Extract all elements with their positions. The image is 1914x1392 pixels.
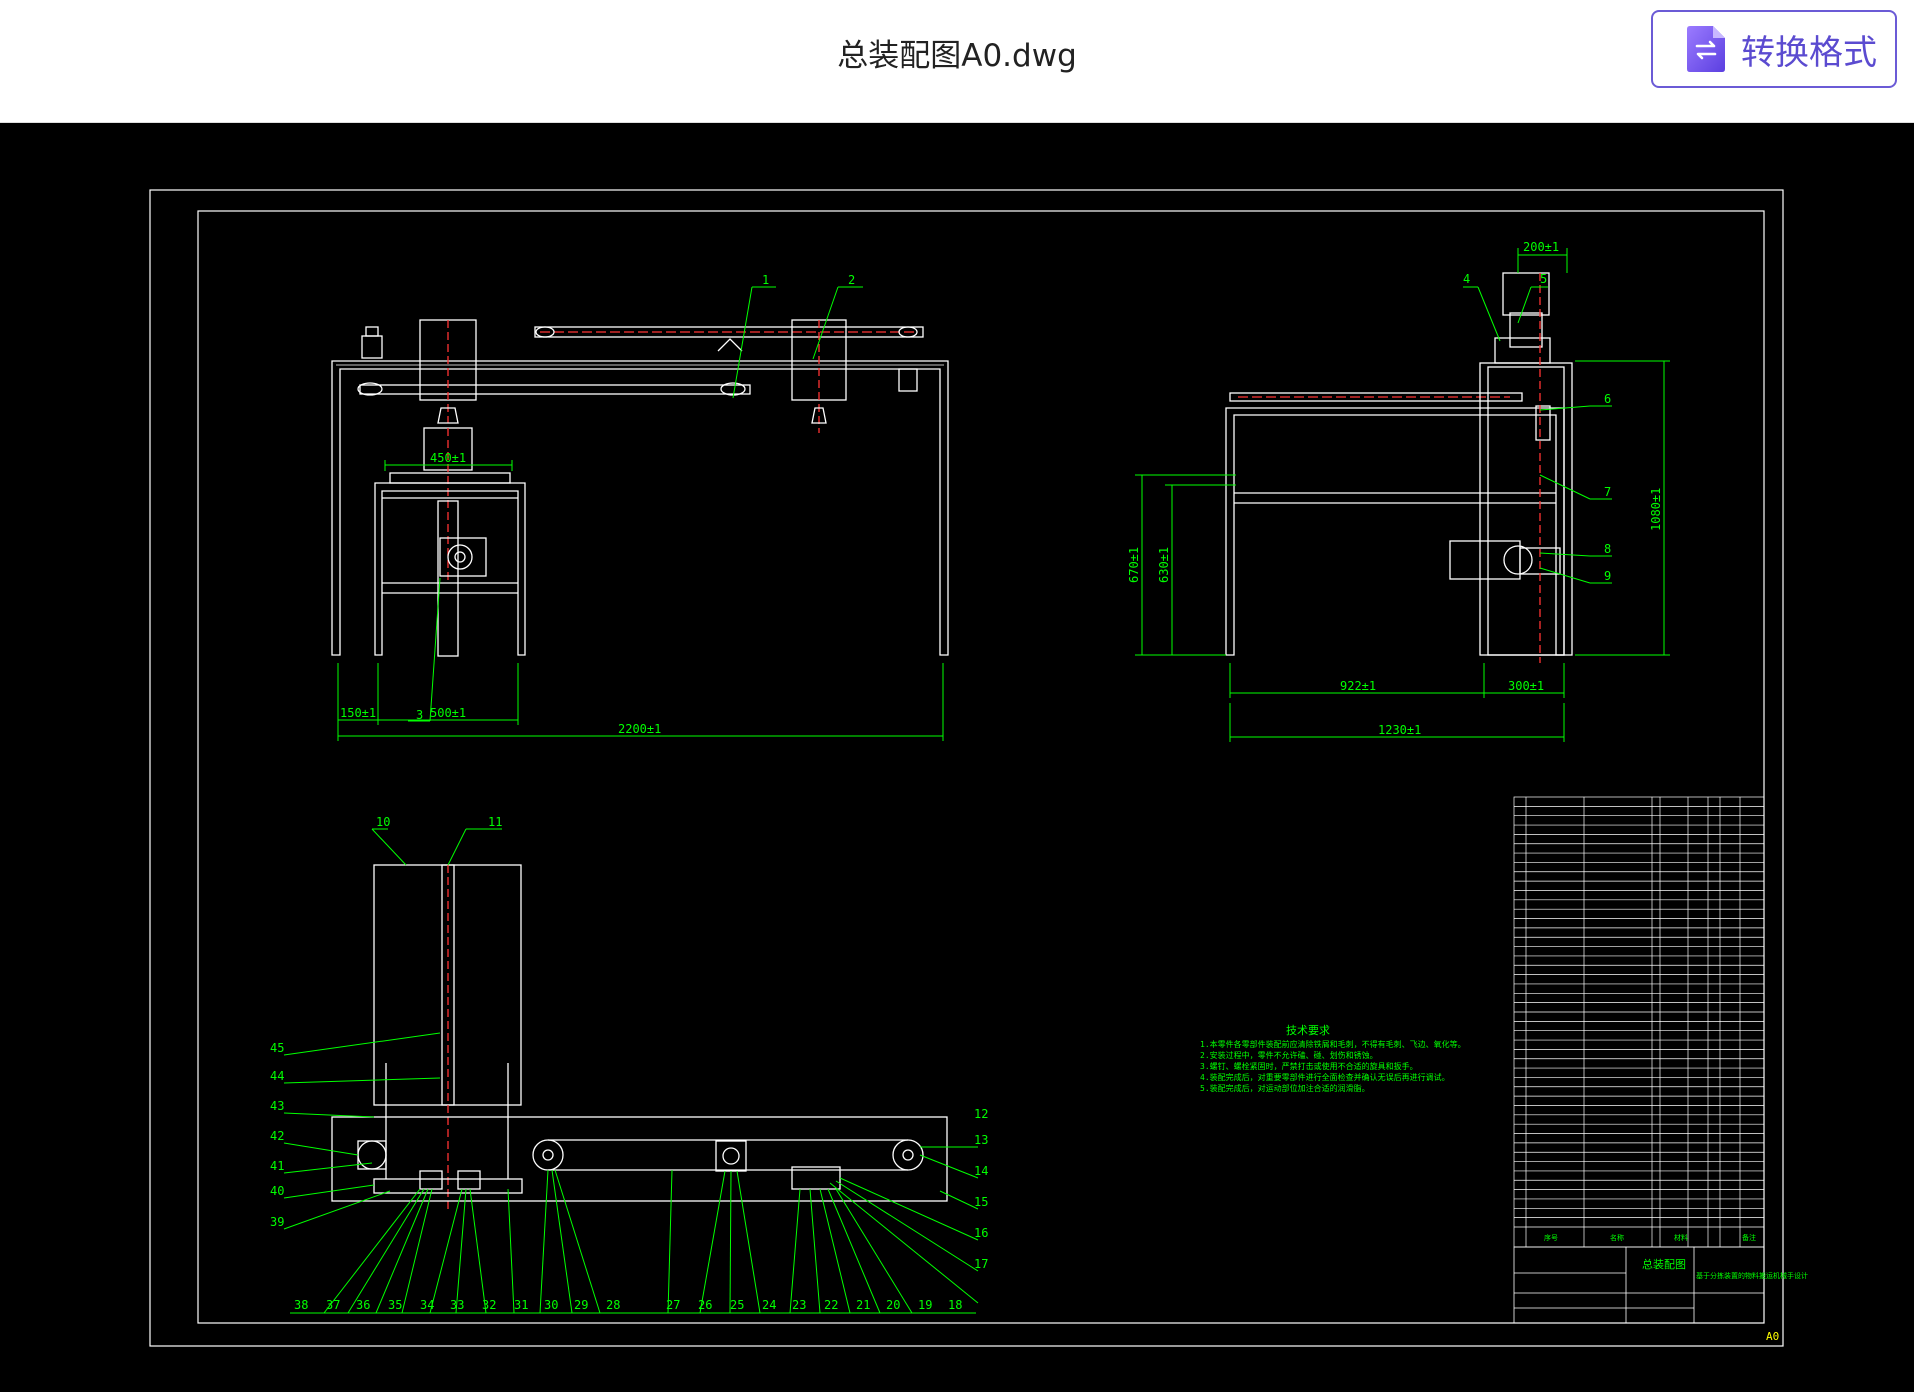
bom-col-material: 材料 <box>1674 1233 1688 1242</box>
balloon-23: 23 <box>792 1298 806 1312</box>
balloon-29: 29 <box>574 1298 588 1312</box>
balloon-2: 2 <box>848 273 855 287</box>
balloon-42: 42 <box>270 1129 284 1143</box>
side-view <box>1225 272 1573 663</box>
balloon-22: 22 <box>824 1298 838 1312</box>
balloon-21: 21 <box>856 1298 870 1312</box>
bom-col-remark: 备注 <box>1742 1233 1756 1242</box>
plan-leaders <box>283 828 979 1314</box>
file-title: 总装配图A0.dwg <box>837 38 1077 74</box>
balloon-34: 34 <box>420 1298 434 1312</box>
bom-col-name: 名称 <box>1610 1233 1624 1242</box>
dim-side-w1: 922±1 <box>1340 679 1376 693</box>
dim-side-overall: 1230±1 <box>1378 723 1421 737</box>
side-dimensions <box>1135 248 1670 742</box>
balloon-18: 18 <box>948 1298 962 1312</box>
tech-req-line-5: 5.装配完成后，对运动部位加注合适的润滑脂。 <box>1200 1083 1370 1093</box>
plan-balloon-texts: 10 11 45 44 43 42 41 40 39 12 13 14 15 1… <box>270 815 988 1312</box>
balloon-33: 33 <box>450 1298 464 1312</box>
balloon-17: 17 <box>974 1257 988 1271</box>
balloon-20: 20 <box>886 1298 900 1312</box>
balloon-11: 11 <box>488 815 502 829</box>
dim-side-h1: 670±1 <box>1127 547 1141 583</box>
balloon-43: 43 <box>270 1099 284 1113</box>
front-dimensions <box>337 286 944 741</box>
balloon-6: 6 <box>1604 392 1611 406</box>
balloon-9: 9 <box>1604 569 1611 583</box>
balloon-13: 13 <box>974 1133 988 1147</box>
balloon-30: 30 <box>544 1298 558 1312</box>
balloon-27: 27 <box>666 1298 680 1312</box>
title-block-project: 基于分拣装置的物料搬运机械手设计 <box>1696 1271 1808 1280</box>
title-block <box>1513 1246 1765 1324</box>
dim-side-top: 200±1 <box>1523 240 1559 254</box>
convert-format-label: 转换格式 <box>1741 32 1877 73</box>
balloon-44: 44 <box>270 1069 284 1083</box>
sheet-inner-border <box>197 210 1765 1324</box>
dim-side-total: 1080±1 <box>1649 488 1663 531</box>
parts-list-table <box>1513 796 1765 1248</box>
balloon-25: 25 <box>730 1298 744 1312</box>
tech-requirements-title: 技术要求 <box>1286 1024 1330 1037</box>
balloon-4: 4 <box>1463 272 1470 286</box>
balloon-15: 15 <box>974 1195 988 1209</box>
balloon-24: 24 <box>762 1298 776 1312</box>
balloon-14: 14 <box>974 1164 988 1178</box>
balloon-36: 36 <box>356 1298 370 1312</box>
balloon-39: 39 <box>270 1215 284 1229</box>
sheet-size-label: A0 <box>1766 1330 1779 1343</box>
balloon-32: 32 <box>482 1298 496 1312</box>
balloon-5: 5 <box>1540 272 1547 286</box>
dim-side-w2: 300±1 <box>1508 679 1544 693</box>
viewer-header: 总装配图A0.dwg 转换格式 <box>0 0 1914 123</box>
balloon-16: 16 <box>974 1226 988 1240</box>
convert-format-button[interactable]: 转换格式 <box>1651 10 1897 88</box>
balloon-3: 3 <box>416 708 423 722</box>
balloon-7: 7 <box>1604 485 1611 499</box>
balloon-31: 31 <box>514 1298 528 1312</box>
balloon-28: 28 <box>606 1298 620 1312</box>
bom-frame <box>1513 796 1765 1248</box>
dim-side-h2: 630±1 <box>1157 547 1171 583</box>
tech-req-line-1: 1.本零件各零部件装配前应清除铁屑和毛刺，不得有毛刺、飞边、氧化等。 <box>1200 1039 1466 1049</box>
balloon-37: 37 <box>326 1298 340 1312</box>
balloon-12: 12 <box>974 1107 988 1121</box>
plan-view <box>331 864 948 1213</box>
bom-col-no: 序号 <box>1544 1233 1558 1242</box>
document-swap-icon <box>1687 26 1725 72</box>
dim-front-top-block: 450±1 <box>430 451 466 465</box>
dim-front-left-offset: 150±1 <box>340 706 376 720</box>
tech-req-line-4: 4.装配完成后，对重要零部件进行全面检查并确认无误后再进行调试。 <box>1200 1072 1450 1082</box>
cad-drawing-canvas[interactable]: A0 450±1 2200±1 150±1 500±1 1 2 3 200±1 … <box>0 123 1914 1392</box>
side-dimension-texts: 200±1 670±1 630±1 1080±1 922±1 300±1 123… <box>1127 240 1663 737</box>
balloon-1: 1 <box>762 273 769 287</box>
balloon-45: 45 <box>270 1041 284 1055</box>
balloon-38: 38 <box>294 1298 308 1312</box>
front-dimension-texts: 450±1 2200±1 150±1 500±1 1 2 3 <box>340 273 855 736</box>
balloon-10: 10 <box>376 815 390 829</box>
tech-req-line-3: 3.螺钉、螺栓紧固时，严禁打击或使用不合适的旋具和扳手。 <box>1200 1061 1418 1071</box>
balloon-19: 19 <box>918 1298 932 1312</box>
tech-requirements: 技术要求 1.本零件各零部件装配前应清除铁屑和毛刺，不得有毛刺、飞边、氧化等。 … <box>1200 1024 1466 1093</box>
tech-req-line-2: 2.安装过程中，零件不允许磕、碰、划伤和锈蚀。 <box>1200 1050 1378 1060</box>
dim-front-table-width: 500±1 <box>430 706 466 720</box>
front-view <box>331 319 949 657</box>
balloon-41: 41 <box>270 1159 284 1173</box>
balloon-26: 26 <box>698 1298 712 1312</box>
title-block-drawing-name: 总装配图 <box>1642 1257 1686 1271</box>
balloon-35: 35 <box>388 1298 402 1312</box>
balloon-8: 8 <box>1604 542 1611 556</box>
balloon-40: 40 <box>270 1184 284 1198</box>
cad-drawing: A0 450±1 2200±1 150±1 500±1 1 2 3 200±1 … <box>149 189 1808 1347</box>
dim-front-overall: 2200±1 <box>618 722 661 736</box>
